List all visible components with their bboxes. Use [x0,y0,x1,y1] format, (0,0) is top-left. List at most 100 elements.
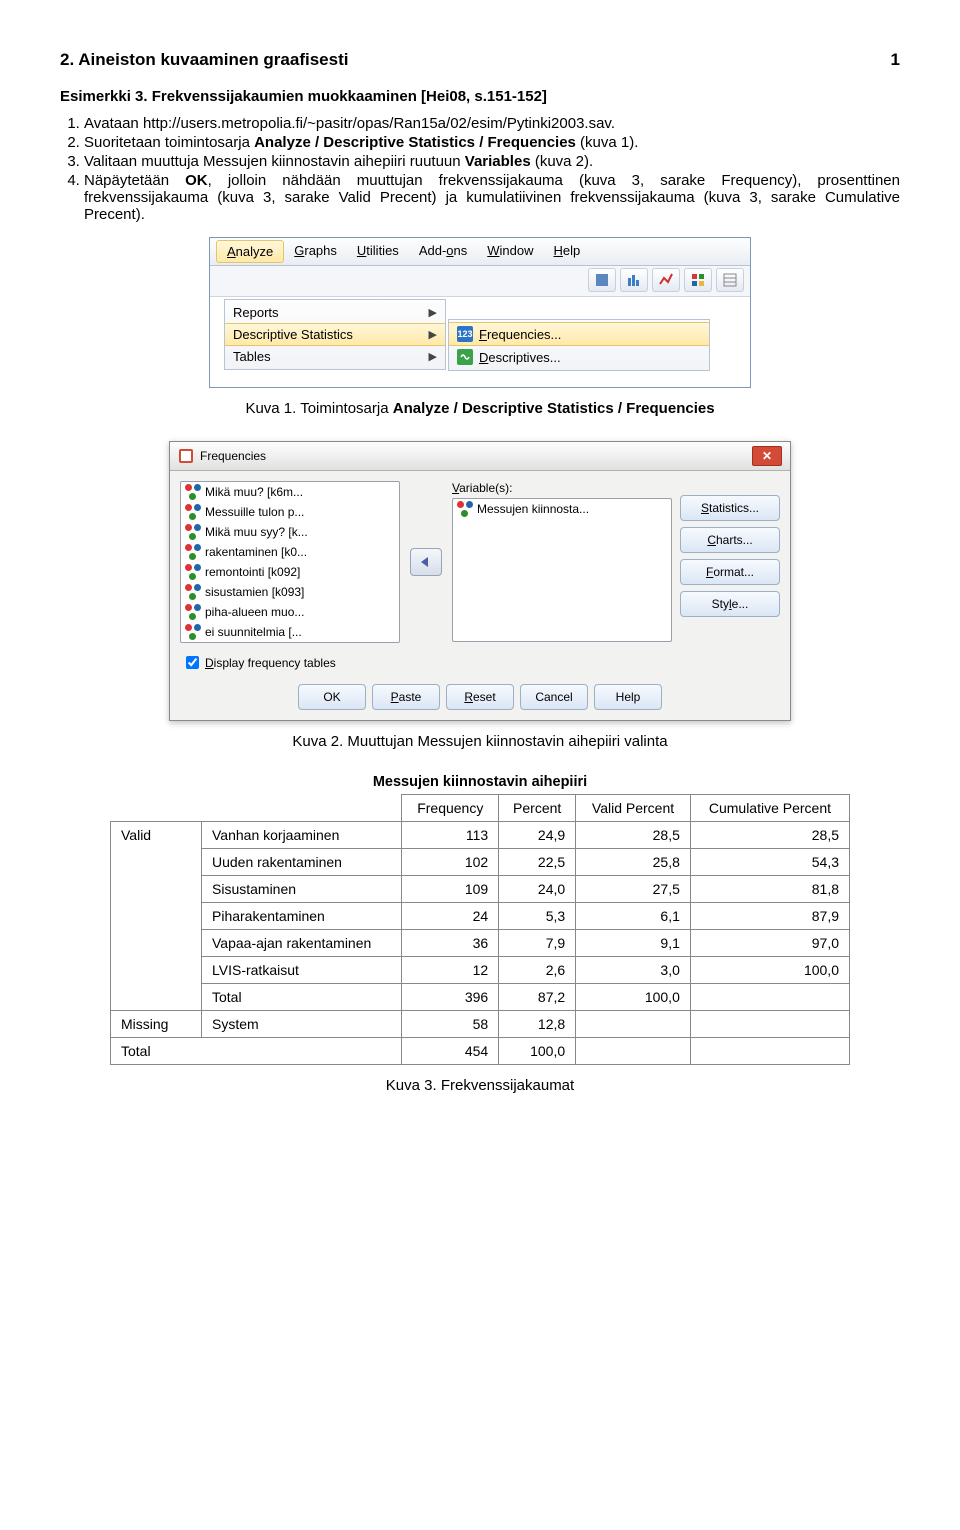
col-frequency: Frequency [402,795,499,822]
step-4: Näpäytetään OK, jolloin nähdään muuttuja… [84,172,900,223]
nominal-icon [185,584,201,600]
table-row: Piharakentaminen 24 5,3 6,1 87,9 [111,903,850,930]
list-item[interactable]: Monesko kerta Py... [181,642,399,643]
nominal-icon [457,501,473,517]
page-header: 2. Aineiston kuvaaminen graafisesti 1 [60,50,900,70]
col-percent: Percent [499,795,576,822]
menu-window[interactable]: Window [477,240,543,263]
group-total: Total [111,1038,402,1065]
available-variables-list[interactable]: Mikä muu? [k6m... Messuille tulon p... M… [180,481,400,643]
step-3: Valitaan muuttuja Messujen kiinnostavin … [84,153,900,170]
page-title: 2. Aineiston kuvaaminen graafisesti [60,50,348,69]
dialog-bottom-buttons: OK Paste Reset Cancel Help [170,680,790,720]
submenu-arrow-icon: ▶ [429,306,437,319]
menu-addons[interactable]: Add-ons [409,240,477,263]
spss-menu-screenshot: AAnalyzenalyze Graphs Utilities Add-ons … [209,237,751,388]
frequency-output-table: Frequency Percent Valid Percent Cumulati… [110,794,850,1065]
table-row: Vapaa-ajan rakentaminen 36 7,9 9,1 97,0 [111,930,850,957]
menu-tables[interactable]: Tables▶ [225,346,445,367]
table-row: Uuden rakentaminen 102 22,5 25,8 54,3 [111,849,850,876]
group-valid: Valid [111,822,202,1011]
move-variable-button[interactable] [410,548,442,576]
spss-dropdowns: Reports▶ Descriptive Statistics▶ Tables▶… [210,297,750,387]
nominal-icon [185,544,201,560]
dropdown-level-1: Reports▶ Descriptive Statistics▶ Tables▶ [224,299,446,370]
menu-frequencies[interactable]: 123 Frequencies... [449,322,709,346]
selected-variables-list[interactable]: Messujen kiinnosta... [452,498,672,642]
list-item[interactable]: Mikä muu syy? [k... [181,522,399,542]
steps-list: Avataan http://users.metropolia.fi/~pasi… [60,115,900,223]
ok-button[interactable]: OK [298,684,366,710]
reset-button[interactable]: Reset [446,684,514,710]
spss-toolbar [210,266,750,297]
paste-button[interactable]: Paste [372,684,440,710]
kuva1-caption: Kuva 1. Toimintosarja Analyze / Descript… [60,400,900,417]
dropdown-level-2: 123 Frequencies... Descriptives... [448,319,710,371]
toolbar-icon-2[interactable] [620,268,648,292]
format-button[interactable]: Format... [680,559,780,585]
nominal-icon [185,604,201,620]
frequencies-dialog: Frequencies ✕ Mikä muu? [k6m... Messuill… [169,441,791,721]
variables-label: Variable(s): [452,481,672,495]
example-subtitle: Esimerkki 3. Frekvenssijakaumien muokkaa… [60,88,900,105]
toolbar-icon-4[interactable] [684,268,712,292]
submenu-arrow-icon: ▶ [429,328,437,341]
table-row: Valid Vanhan korjaaminen 113 24,9 28,5 2… [111,822,850,849]
table-row-missing: Missing System 58 12,8 [111,1011,850,1038]
list-item[interactable]: Mikä muu? [k6m... [181,482,399,502]
list-item[interactable]: sisustamien [k093] [181,582,399,602]
dialog-side-buttons: Statistics... Charts... Format... Style.… [680,481,780,643]
list-item[interactable]: ei suunnitelmia [... [181,622,399,642]
list-item[interactable]: remontointi [k092] [181,562,399,582]
nominal-icon [185,624,201,640]
nominal-icon [185,484,201,500]
nominal-icon [185,524,201,540]
cancel-button[interactable]: Cancel [520,684,588,710]
menu-graphs[interactable]: Graphs [284,240,347,263]
list-item[interactable]: piha-alueen muo... [181,602,399,622]
menu-analyze[interactable]: AAnalyzenalyze [216,240,284,263]
submenu-arrow-icon: ▶ [429,350,437,363]
table-header-row: Frequency Percent Valid Percent Cumulati… [111,795,850,822]
close-button[interactable]: ✕ [752,446,782,466]
group-missing: Missing [111,1011,202,1038]
kuva2-caption: Kuva 2. Muuttujan Messujen kiinnostavin … [60,733,900,750]
table-row: Sisustaminen 109 24,0 27,5 81,8 [111,876,850,903]
toolbar-icon-5[interactable] [716,268,744,292]
page-number: 1 [891,50,900,70]
col-valid-percent: Valid Percent [576,795,691,822]
available-variables-panel: Mikä muu? [k6m... Messuille tulon p... M… [180,481,400,643]
kuva3-caption: Kuva 3. Frekvenssijakaumat [60,1077,900,1094]
spss-menubar: AAnalyzenalyze Graphs Utilities Add-ons … [210,238,750,266]
col-cumulative-percent: Cumulative Percent [690,795,849,822]
toolbar-icon-3[interactable] [652,268,680,292]
menu-descriptive-statistics[interactable]: Descriptive Statistics▶ [225,323,445,346]
dialog-icon [178,448,194,464]
display-frequency-tables-checkbox[interactable] [186,656,199,669]
menu-reports[interactable]: Reports▶ [225,302,445,323]
nominal-icon [185,504,201,520]
statistics-button[interactable]: Statistics... [680,495,780,521]
display-frequency-tables-row: Display frequency tables [170,649,790,680]
table-row-total: Total 454 100,0 [111,1038,850,1065]
list-item[interactable]: Messuille tulon p... [181,502,399,522]
charts-button[interactable]: Charts... [680,527,780,553]
step-1: Avataan http://users.metropolia.fi/~pasi… [84,115,900,132]
frequencies-icon: 123 [457,326,473,342]
table-row-valid-total: Total 396 87,2 100,0 [111,984,850,1011]
toolbar-icon-1[interactable] [588,268,616,292]
menu-descriptives[interactable]: Descriptives... [449,346,709,368]
dialog-titlebar: Frequencies ✕ [170,442,790,471]
style-button[interactable]: Style... [680,591,780,617]
step-2: Suoritetaan toimintosarja Analyze / Desc… [84,134,900,151]
selected-variables-panel: Variable(s): Messujen kiinnosta... [452,481,672,643]
nominal-icon [185,564,201,580]
help-button[interactable]: Help [594,684,662,710]
list-item[interactable]: rakentaminen [k0... [181,542,399,562]
descriptives-icon [457,349,473,365]
table-row: LVIS-ratkaisut 12 2,6 3,0 100,0 [111,957,850,984]
list-item[interactable]: Messujen kiinnosta... [453,499,671,519]
menu-utilities[interactable]: Utilities [347,240,409,263]
output-table-title: Messujen kiinnostavin aihepiiri [60,774,900,790]
menu-help[interactable]: Help [544,240,591,263]
